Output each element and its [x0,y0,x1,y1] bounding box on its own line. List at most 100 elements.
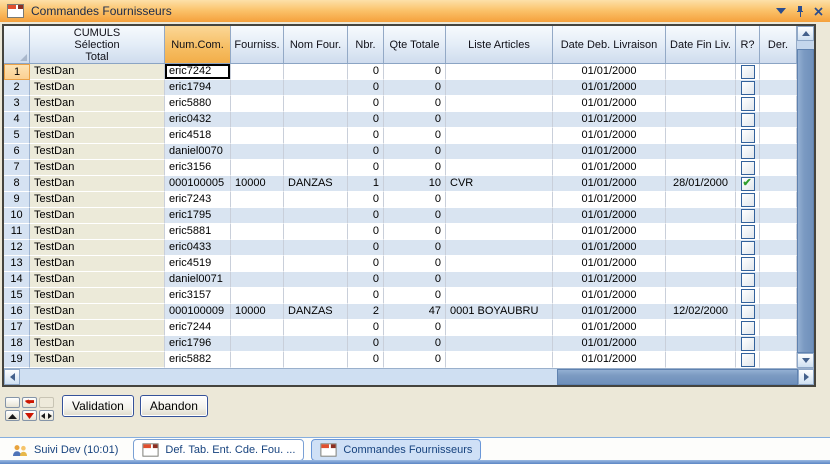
cell-r[interactable] [736,272,760,288]
cell-rownum[interactable]: 19 [4,352,30,368]
cell-fourniss[interactable]: 10000 [231,176,284,192]
cell-der[interactable] [760,80,797,96]
cell-nbr[interactable]: 0 [348,352,384,368]
cell-cumuls[interactable]: TestDan [30,144,165,160]
cell-fourniss[interactable]: 10000 [231,304,284,320]
cell-date_fin[interactable] [666,272,736,288]
taskbar-tab-commandes-fournisseurs[interactable]: Commandes Fournisseurs [311,439,481,461]
cell-cumuls[interactable]: TestDan [30,192,165,208]
cell-cumuls[interactable]: TestDan [30,112,165,128]
r-checkbox[interactable] [741,337,755,351]
r-checkbox[interactable] [741,161,755,175]
cell-num_com[interactable]: eric5881 [165,224,231,240]
cell-liste_articles[interactable] [446,208,553,224]
cell-fourniss[interactable] [231,192,284,208]
select-all-corner-icon[interactable] [20,54,27,61]
cell-cumuls[interactable]: TestDan [30,352,165,368]
cell-num_com[interactable]: eric0432 [165,112,231,128]
r-checkbox[interactable] [741,81,755,95]
cell-fourniss[interactable] [231,208,284,224]
cell-nom_four[interactable] [284,208,348,224]
cell-cumuls[interactable]: TestDan [30,176,165,192]
column-header-num_com[interactable]: Num.Com. [165,26,231,63]
cell-cumuls[interactable]: TestDan [30,224,165,240]
abandon-button[interactable]: Abandon [140,395,208,417]
cell-rownum[interactable]: 9 [4,192,30,208]
cell-nom_four[interactable] [284,336,348,352]
cell-liste_articles[interactable] [446,256,553,272]
horizontal-scrollbar-track[interactable] [20,369,798,385]
cell-num_com[interactable]: eric3156 [165,160,231,176]
column-header-date_fin[interactable]: Date Fin Liv. [666,26,736,63]
cell-cumuls[interactable]: TestDan [30,304,165,320]
cell-num_com[interactable]: eric4519 [165,256,231,272]
cell-num_com[interactable]: eric4518 [165,128,231,144]
cell-r[interactable] [736,352,760,368]
cell-rownum[interactable]: 10 [4,208,30,224]
column-header-nom_four[interactable]: Nom Four. [284,26,348,63]
cell-r[interactable] [736,208,760,224]
cell-date_fin[interactable] [666,224,736,240]
cell-cumuls[interactable]: TestDan [30,160,165,176]
cell-date_deb[interactable]: 01/01/2000 [553,304,666,320]
cell-nbr[interactable]: 0 [348,96,384,112]
validation-button[interactable]: Validation [62,395,134,417]
cell-liste_articles[interactable] [446,240,553,256]
menu-down-icon[interactable] [776,8,786,14]
cell-r[interactable] [736,128,760,144]
cell-nbr[interactable]: 0 [348,336,384,352]
cell-fourniss[interactable] [231,160,284,176]
cell-num_com[interactable]: eric7244 [165,320,231,336]
cell-num_com[interactable]: 000100009 [165,304,231,320]
cell-cumuls[interactable]: TestDan [30,128,165,144]
cell-date_deb[interactable]: 01/01/2000 [553,320,666,336]
cell-date_deb[interactable]: 01/01/2000 [553,112,666,128]
taskbar-tab-suivi-dev[interactable]: Suivi Dev (10:01) [4,440,126,460]
cell-fourniss[interactable] [231,272,284,288]
cell-date_fin[interactable] [666,192,736,208]
cell-fourniss[interactable] [231,144,284,160]
cell-fourniss[interactable] [231,256,284,272]
window-titlebar[interactable]: Commandes Fournisseurs [0,0,830,22]
cell-date_deb[interactable]: 01/01/2000 [553,352,666,368]
column-header-fourniss[interactable]: Fourniss. [231,26,284,63]
cell-qte_totale[interactable]: 0 [384,256,446,272]
cell-qte_totale[interactable]: 0 [384,144,446,160]
cell-date_fin[interactable] [666,64,736,80]
cell-date_fin[interactable] [666,288,736,304]
column-header-date_deb[interactable]: Date Deb. Livraison [553,26,666,63]
cell-nom_four[interactable] [284,192,348,208]
cell-der[interactable] [760,288,797,304]
cell-r[interactable] [736,80,760,96]
cell-date_deb[interactable]: 01/01/2000 [553,144,666,160]
cell-fourniss[interactable] [231,64,284,80]
cell-rownum[interactable]: 16 [4,304,30,320]
scroll-right-icon[interactable] [798,369,814,385]
cell-cumuls[interactable]: TestDan [30,64,165,80]
cell-nbr[interactable]: 0 [348,64,384,80]
cell-liste_articles[interactable] [446,80,553,96]
cell-qte_totale[interactable]: 0 [384,224,446,240]
cell-liste_articles[interactable] [446,320,553,336]
cell-rownum[interactable]: 13 [4,256,30,272]
cell-date_fin[interactable] [666,96,736,112]
cell-r[interactable] [736,304,760,320]
cell-der[interactable] [760,320,797,336]
cell-date_fin[interactable] [666,320,736,336]
cell-num_com[interactable]: eric5880 [165,96,231,112]
cell-r[interactable] [736,240,760,256]
cell-nom_four[interactable] [284,64,348,80]
cell-rownum[interactable]: 8 [4,176,30,192]
horizontal-scrollbar-thumb[interactable] [557,369,798,385]
r-checkbox[interactable] [741,209,755,223]
cell-nom_four[interactable] [284,352,348,368]
cell-fourniss[interactable] [231,96,284,112]
focused-cell-num_com[interactable]: eric7242 [165,64,231,80]
cell-liste_articles[interactable] [446,272,553,288]
cell-date_fin[interactable] [666,80,736,96]
cell-nbr[interactable]: 0 [348,224,384,240]
cell-der[interactable] [760,240,797,256]
cell-liste_articles[interactable] [446,96,553,112]
r-checkbox[interactable] [741,241,755,255]
cell-date_deb[interactable]: 01/01/2000 [553,336,666,352]
